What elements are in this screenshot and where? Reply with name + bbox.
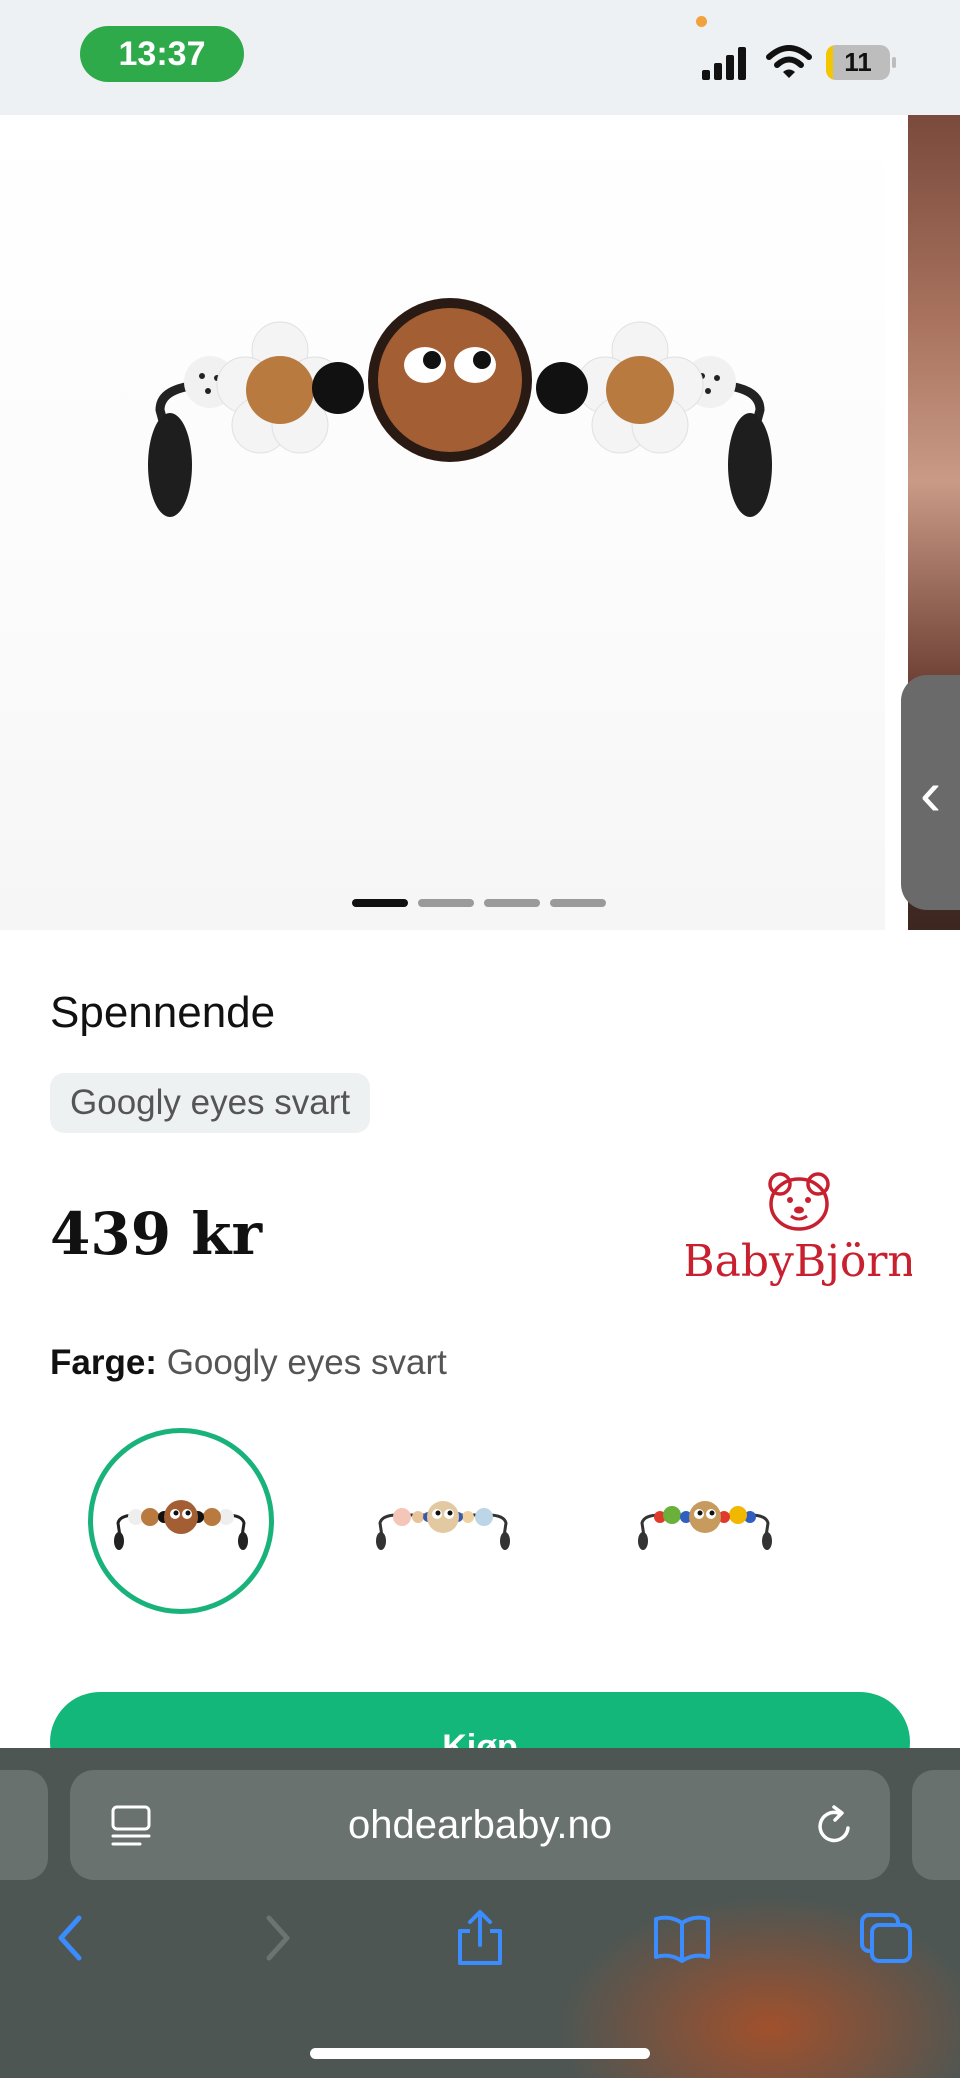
- swatch-googly-eyes-pastel[interactable]: [350, 1428, 536, 1614]
- battery-indicator: 11: [826, 45, 896, 80]
- previous-tab-preview[interactable]: [0, 1770, 48, 1880]
- carousel-dot[interactable]: [550, 899, 606, 907]
- privacy-indicator: [696, 16, 707, 27]
- carousel-dot[interactable]: [352, 899, 408, 907]
- swatch-googly-eyes-multicolor[interactable]: [612, 1428, 798, 1614]
- brand-name: BabyBjörn: [686, 1236, 912, 1287]
- status-time[interactable]: 13:37: [80, 26, 244, 82]
- cellular-signal-icon: [702, 47, 746, 80]
- carousel-dot[interactable]: [418, 899, 474, 907]
- address-bar[interactable]: ohdearbaby.no: [70, 1770, 890, 1880]
- browser-chrome: ohdearbaby.no: [0, 1748, 960, 2078]
- next-tab-preview[interactable]: [912, 1770, 960, 1880]
- swatch-image: [376, 1501, 510, 1550]
- tabs-icon: [860, 1913, 912, 1963]
- wifi-icon: [766, 45, 812, 78]
- product-price: 439 kr: [50, 1200, 263, 1268]
- forward-button[interactable]: [248, 1908, 308, 1968]
- variant-chip: Googly eyes svart: [50, 1073, 371, 1133]
- back-button[interactable]: [40, 1908, 100, 1968]
- status-bar: 13:37 11: [0, 0, 960, 115]
- color-label: Farge:: [50, 1343, 157, 1382]
- bookmarks-button[interactable]: [652, 1908, 712, 1968]
- color-swatches: [88, 1428, 848, 1618]
- forward-icon: [266, 1915, 290, 1961]
- product-category: Spennende: [50, 988, 276, 1037]
- color-selector-label: Farge: Googly eyes svart: [50, 1343, 447, 1383]
- swatch-image: [638, 1501, 772, 1550]
- color-value: Googly eyes svart: [166, 1343, 447, 1382]
- brand-logo: BabyBjörn: [686, 1172, 912, 1287]
- swatch-googly-eyes-black[interactable]: [88, 1428, 274, 1614]
- battery-level: 11: [844, 47, 872, 77]
- carousel-prev-arrow-icon[interactable]: ‹: [901, 675, 960, 910]
- share-icon: [458, 1910, 502, 1965]
- back-icon: [58, 1915, 82, 1961]
- url-text[interactable]: ohdearbaby.no: [70, 1770, 890, 1880]
- product-image: [148, 298, 772, 517]
- share-button[interactable]: [450, 1908, 510, 1968]
- browser-toolbar: [0, 1908, 960, 1978]
- gallery-slide-current[interactable]: [0, 115, 885, 930]
- swatch-image: [114, 1500, 248, 1550]
- reload-icon[interactable]: [812, 1804, 856, 1848]
- carousel-pagination: [352, 899, 606, 907]
- carousel-dot[interactable]: [484, 899, 540, 907]
- home-indicator[interactable]: [310, 2048, 650, 2059]
- tabs-button[interactable]: [856, 1908, 916, 1968]
- product-gallery[interactable]: ‹: [0, 115, 960, 930]
- bookmarks-icon: [654, 1915, 710, 1963]
